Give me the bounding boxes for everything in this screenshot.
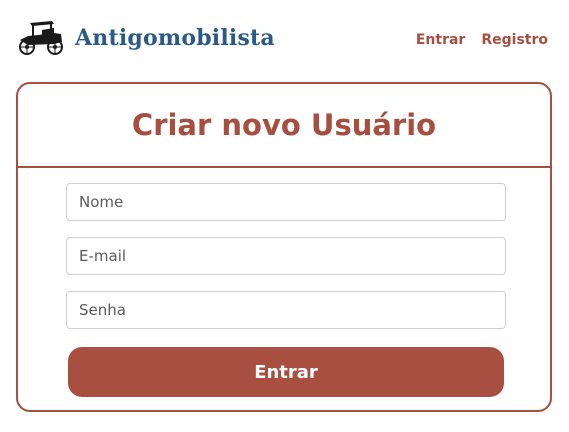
page-title: Criar novo Usuário [131,108,437,142]
register-card: Criar novo Usuário Entrar [16,82,552,412]
register-form [66,183,506,345]
vintage-car-icon [19,21,63,55]
top-nav: Entrar Registro [416,32,548,48]
top-header: Antigomobilista Entrar Registro [0,0,569,80]
name-field[interactable] [66,183,506,221]
nav-register-link[interactable]: Registro [481,32,548,48]
submit-button[interactable]: Entrar [68,347,504,397]
password-field[interactable] [66,291,506,329]
email-field[interactable] [66,237,506,275]
card-header: Criar novo Usuário [18,84,550,168]
brand-name: Antigomobilista [75,25,275,51]
nav-login-link[interactable]: Entrar [416,32,465,48]
brand-link[interactable]: Antigomobilista [14,20,275,56]
